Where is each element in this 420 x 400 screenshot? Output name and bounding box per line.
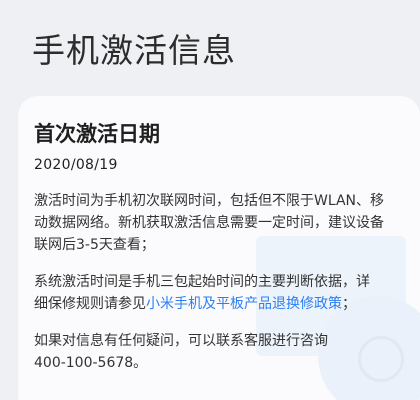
activation-info-card: 首次激活日期 2020/08/19 激活时间为手机初次联网时间，包括但不限于WL… [18, 96, 420, 400]
activation-info-page: 手机激活信息 首次激活日期 2020/08/19 激活时间为手机初次联网时间，包… [0, 0, 420, 400]
note-line: 如果对信息有任何疑问，可以联系客服进行咨询 [34, 333, 328, 349]
note-line: 激活时间为手机初次联网时间，包括但不限于WLAN、移 [34, 193, 385, 209]
note-text: 细保修规则请参见 [34, 296, 146, 312]
activation-time-note: 激活时间为手机初次联网时间，包括但不限于WLAN、移 动数据网络。新机获取激活信… [34, 190, 394, 256]
note-line: 系统激活时间是手机三包起始时间的主要判断依据，详 [34, 274, 370, 290]
note-line: 细保修规则请参见小米手机及平板产品退换修政策； [34, 293, 394, 315]
note-line: 动数据网络。新机获取激活信息需要一定时间，建议设备 [34, 215, 384, 231]
note-text: ； [342, 296, 356, 312]
return-policy-link[interactable]: 小米手机及平板产品退换修政策 [146, 296, 342, 312]
page-title: 手机激活信息 [32, 31, 236, 70]
support-phone-number: 400-100-5678。 [34, 355, 148, 371]
contact-note: 如果对信息有任何疑问，可以联系客服进行咨询 400-100-5678。 [34, 330, 394, 374]
card-title: 首次激活日期 [34, 122, 160, 146]
card-content: 首次激活日期 2020/08/19 激活时间为手机初次联网时间，包括但不限于WL… [34, 120, 408, 374]
note-line: 联网后3-5天查看； [34, 237, 155, 253]
activation-date: 2020/08/19 [34, 157, 118, 173]
warranty-note: 系统激活时间是手机三包起始时间的主要判断依据，详 细保修规则请参见小米手机及平板… [34, 271, 394, 315]
